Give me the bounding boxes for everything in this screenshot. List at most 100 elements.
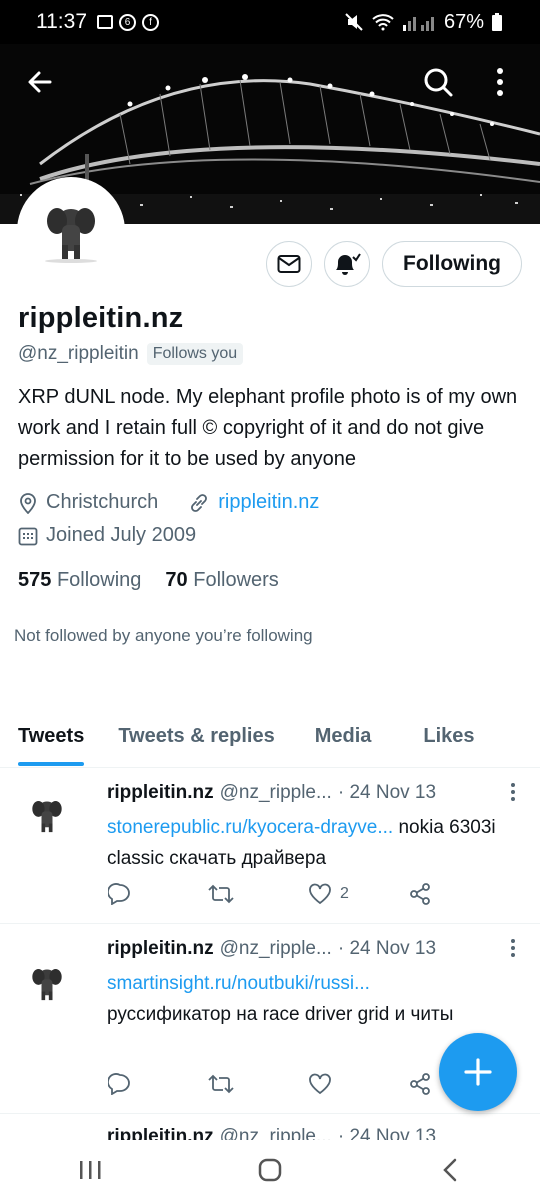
signal-icon bbox=[402, 17, 434, 31]
tab-likes-label: Likes bbox=[423, 724, 475, 747]
tab-tweets[interactable]: Tweets bbox=[18, 706, 85, 766]
share-button[interactable] bbox=[408, 882, 468, 906]
following-button[interactable]: Following bbox=[382, 241, 522, 287]
following-count: 575 bbox=[18, 569, 52, 591]
profile-website-link[interactable]: rippleitin.nz bbox=[218, 491, 319, 514]
system-navigation-bar bbox=[0, 1140, 540, 1200]
location-pin-icon bbox=[20, 492, 36, 514]
message-button[interactable] bbox=[266, 241, 313, 287]
tweet-link[interactable]: smartinsight.ru/noutbuki/russi... bbox=[107, 973, 370, 994]
reply-icon bbox=[108, 883, 130, 905]
bell-check-icon bbox=[336, 253, 361, 275]
search-button[interactable] bbox=[416, 60, 460, 104]
share-icon bbox=[410, 1073, 430, 1095]
tweet-link[interactable]: stonerepublic.ru/kyocera-drayve... bbox=[107, 817, 393, 838]
profile-handle: @nz_rippleitin bbox=[18, 343, 139, 364]
home-icon bbox=[258, 1158, 282, 1182]
share-icon bbox=[410, 883, 430, 905]
status-time: 11:37 bbox=[36, 10, 87, 33]
envelope-icon bbox=[277, 255, 301, 273]
compose-tweet-button[interactable] bbox=[439, 1033, 517, 1111]
status-bar: 11:37 6 f 67% bbox=[0, 0, 540, 44]
retweet-button[interactable] bbox=[208, 1073, 268, 1095]
search-icon bbox=[424, 68, 453, 97]
follows-you-badge: Follows you bbox=[146, 343, 244, 365]
profile-info: rippleitin.nz @nz_rippleitin Follows you… bbox=[14, 302, 524, 646]
tweet-author-name: rippleitin.nz bbox=[107, 1126, 214, 1140]
retweet-icon bbox=[208, 884, 234, 904]
display-name: rippleitin.nz bbox=[18, 302, 184, 334]
tweet-more-button[interactable] bbox=[510, 782, 516, 808]
tweet-text: stonerepublic.ru/kyocera-drayve... nokia… bbox=[107, 812, 517, 874]
elephant-avatar-image bbox=[32, 968, 62, 1001]
reply-button[interactable] bbox=[108, 1073, 168, 1095]
plus-icon bbox=[464, 1058, 492, 1086]
tweet-text: smartinsight.ru/noutbuki/russi... руссифи… bbox=[107, 968, 517, 1030]
elephant-avatar-image bbox=[45, 208, 97, 263]
link-icon bbox=[191, 493, 208, 512]
tweet-date: · 24 Nov 13 bbox=[337, 938, 437, 959]
tab-likes[interactable]: Likes bbox=[423, 706, 474, 766]
heart-icon bbox=[309, 1073, 331, 1095]
profile-bio: XRP dUNL node. My elephant profile photo… bbox=[18, 386, 518, 470]
profile-avatar[interactable] bbox=[17, 177, 125, 285]
profile-tabs: Tweets Tweets & replies Media Likes bbox=[0, 706, 540, 768]
gallery-icon bbox=[97, 15, 113, 29]
tweet-avatar[interactable] bbox=[18, 786, 76, 844]
more-vertical-icon bbox=[511, 783, 515, 801]
tweet-author-handle: @nz_ripple... bbox=[219, 782, 332, 803]
battery-percent: 67% bbox=[443, 10, 484, 33]
followers-count-link[interactable]: 70 Followers bbox=[165, 569, 278, 592]
tab-media[interactable]: Media bbox=[315, 706, 372, 766]
retweet-icon bbox=[208, 1074, 234, 1094]
tweet-author-name: rippleitin.nz bbox=[107, 782, 214, 803]
wifi-icon bbox=[372, 14, 394, 31]
like-count: 2 bbox=[340, 885, 349, 902]
facebook-icon: f bbox=[142, 13, 159, 31]
tweet-actions bbox=[108, 1072, 468, 1096]
like-button[interactable] bbox=[308, 1073, 368, 1095]
profile-actions: Following bbox=[266, 241, 522, 287]
back-button[interactable] bbox=[18, 60, 62, 104]
notifications-button[interactable] bbox=[324, 241, 371, 287]
tweet-author-name: rippleitin.nz bbox=[107, 938, 214, 959]
following-label: Following bbox=[56, 569, 142, 591]
notification-6-icon: 6 bbox=[119, 13, 136, 31]
followers-label: Followers bbox=[193, 569, 279, 591]
tweet-more-button[interactable] bbox=[510, 938, 516, 964]
tab-tweets-replies-label: Tweets & replies bbox=[118, 724, 275, 747]
like-button[interactable]: 2 bbox=[308, 883, 368, 905]
tweet[interactable]: rippleitin.nz @nz_ripple... · 24 Nov 13 … bbox=[0, 768, 540, 924]
tweet-date: · 24 Nov 13 bbox=[337, 1126, 437, 1140]
status-notification-icons: 6 f bbox=[97, 13, 159, 31]
mutual-followers-note: Not followed by anyone you’re following bbox=[14, 626, 313, 645]
tweet-text-body: руссификатор на race driver grid и читы bbox=[107, 1004, 454, 1025]
more-vertical-icon bbox=[497, 68, 503, 96]
tweet-actions: 2 bbox=[108, 882, 468, 906]
tab-tweets-label: Tweets bbox=[18, 724, 85, 747]
more-vertical-icon bbox=[511, 939, 515, 957]
tweet-partial[interactable]: rippleitin.nz @nz_ripple... · 24 Nov 13 bbox=[0, 1118, 540, 1140]
arrow-left-icon bbox=[28, 71, 52, 93]
retweet-button[interactable] bbox=[208, 883, 268, 905]
tweet-author-handle: @nz_ripple... bbox=[219, 938, 332, 959]
chevron-left-icon bbox=[443, 1158, 457, 1182]
profile-joined: Joined July 2009 bbox=[46, 524, 197, 546]
recent-apps-button[interactable] bbox=[60, 1150, 120, 1190]
profile-location: Christchurch bbox=[46, 491, 159, 513]
home-button[interactable] bbox=[240, 1150, 300, 1190]
tab-media-label: Media bbox=[314, 724, 372, 747]
mute-icon bbox=[345, 13, 363, 31]
followers-count: 70 bbox=[165, 569, 188, 591]
reply-button[interactable] bbox=[108, 883, 168, 905]
tab-tweets-replies[interactable]: Tweets & replies bbox=[118, 706, 274, 766]
heart-icon bbox=[309, 883, 331, 905]
back-nav-button[interactable] bbox=[420, 1150, 480, 1190]
tweet-avatar[interactable] bbox=[18, 954, 76, 1012]
battery-icon bbox=[492, 13, 502, 31]
reply-icon bbox=[108, 1073, 130, 1095]
tweet-author-handle: @nz_ripple... bbox=[219, 1126, 332, 1140]
tweet-date: · 24 Nov 13 bbox=[337, 782, 437, 803]
more-options-button[interactable] bbox=[478, 60, 522, 104]
following-count-link[interactable]: 575 Following bbox=[18, 569, 141, 592]
